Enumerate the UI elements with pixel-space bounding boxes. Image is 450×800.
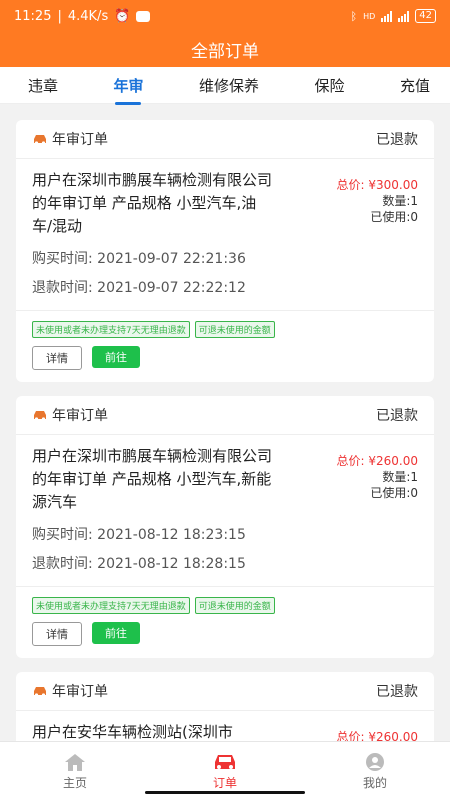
car-icon [32,133,48,145]
nav-orders-label: 订单 [212,775,237,790]
tab-recharge[interactable]: 充值 [400,75,430,96]
order-quantity: 数量:1 [382,194,418,208]
status-bar: 11:25 | 4.4K/s ⏰ ᛒ HD 42 [0,0,450,32]
car-icon [212,752,238,772]
order-description: 用户在深圳市鹏展车辆检测有限公司的年审订单 产品规格 小型汽车,油车/混动 [32,171,273,235]
order-card[interactable]: 年审订单 已退款 用户在深圳市鹏展车辆检测有限公司的年审订单 产品规格 小型汽车… [16,396,434,658]
go-button[interactable]: 前往 [92,622,140,644]
signal-icon-2 [398,10,410,22]
order-total: 总价: ¥300.00 [336,178,418,192]
battery-icon: 42 [415,9,436,23]
bluetooth-icon: ᛒ [350,9,358,23]
details-button[interactable]: 详情 [32,622,82,646]
refundable-amount-tag: 可退未使用的金额 [194,597,275,614]
tab-annual-review[interactable]: 年审 [113,75,143,96]
order-description: 用户在深圳市鹏展车辆检测有限公司的年审订单 产品规格 小型汽车,新能源汽车 [32,447,273,511]
alarm-icon: ⏰ [114,8,131,24]
order-used: 已使用:0 [370,486,418,500]
refund-time: 退款时间: 2021-09-07 22:22:12 [32,280,246,296]
order-card[interactable]: 年审订单 已退款 用户在安华车辆检测站(深圳市 总价: ¥260.00 [16,672,434,742]
home-indicator [145,791,305,794]
refundable-amount-tag: 可退未使用的金额 [194,321,275,338]
order-card[interactable]: 年审订单 已退款 用户在深圳市鹏展车辆检测有限公司的年审订单 产品规格 小型汽车… [16,120,434,382]
order-card-header: 年审订单 已退款 [16,672,434,711]
details-button[interactable]: 详情 [32,346,82,370]
go-button[interactable]: 前往 [92,346,140,368]
refund-policy-tag: 未使用或者未办理支持7天无理由退款 [32,321,190,338]
tab-violation[interactable]: 违章 [28,75,58,96]
order-price-block: 总价: ¥260.00 数量:1 已使用:0 [337,453,418,501]
car-icon [32,685,48,697]
refund-policy-tag: 未使用或者未办理支持7天无理由退款 [32,597,190,614]
refund-time: 退款时间: 2021-08-12 18:28:15 [32,556,246,572]
car-icon [32,409,48,421]
order-status: 已退款 [376,684,418,700]
wechat-icon [136,10,151,22]
order-status: 已退款 [376,132,418,148]
order-status: 已退款 [376,408,418,424]
order-quantity: 数量:1 [382,470,418,484]
signal-icon [381,10,393,22]
tab-maintenance[interactable]: 维修保养 [199,75,259,96]
order-price-block: 总价: ¥300.00 数量:1 已使用:0 [337,177,418,225]
tab-insurance[interactable]: 保险 [314,75,344,96]
order-total: 总价: ¥260.00 [336,454,418,468]
page-title: 全部订单 [191,42,259,62]
purchase-time: 购买时间: 2021-08-12 18:23:15 [32,527,246,543]
order-card-header: 年审订单 已退款 [16,120,434,159]
order-type: 年审订单 [52,408,108,424]
order-type: 年审订单 [52,132,108,148]
nav-profile[interactable]: 我的 [325,742,425,800]
order-list[interactable]: 年审订单 已退款 用户在深圳市鹏展车辆检测有限公司的年审订单 产品规格 小型汽车… [0,104,450,742]
category-tabs: 违章 年审 维修保养 保险 充值 [0,67,450,104]
hd-label: HD [363,11,376,21]
user-icon [365,752,385,772]
purchase-time: 购买时间: 2021-09-07 22:21:36 [32,251,246,267]
nav-profile-label: 我的 [362,775,387,790]
status-speed: 4.4K/s [67,8,109,24]
order-used: 已使用:0 [370,210,418,224]
nav-home-label: 主页 [62,775,87,790]
nav-home[interactable]: 主页 [25,742,125,800]
order-description: 用户在安华车辆检测站(深圳市 [32,723,233,741]
app-header: 11:25 | 4.4K/s ⏰ ᛒ HD 42 全部订单 [0,0,450,67]
home-icon [64,752,86,772]
order-type: 年审订单 [52,684,108,700]
order-card-header: 年审订单 已退款 [16,396,434,435]
status-time: 11:25 [14,8,52,24]
